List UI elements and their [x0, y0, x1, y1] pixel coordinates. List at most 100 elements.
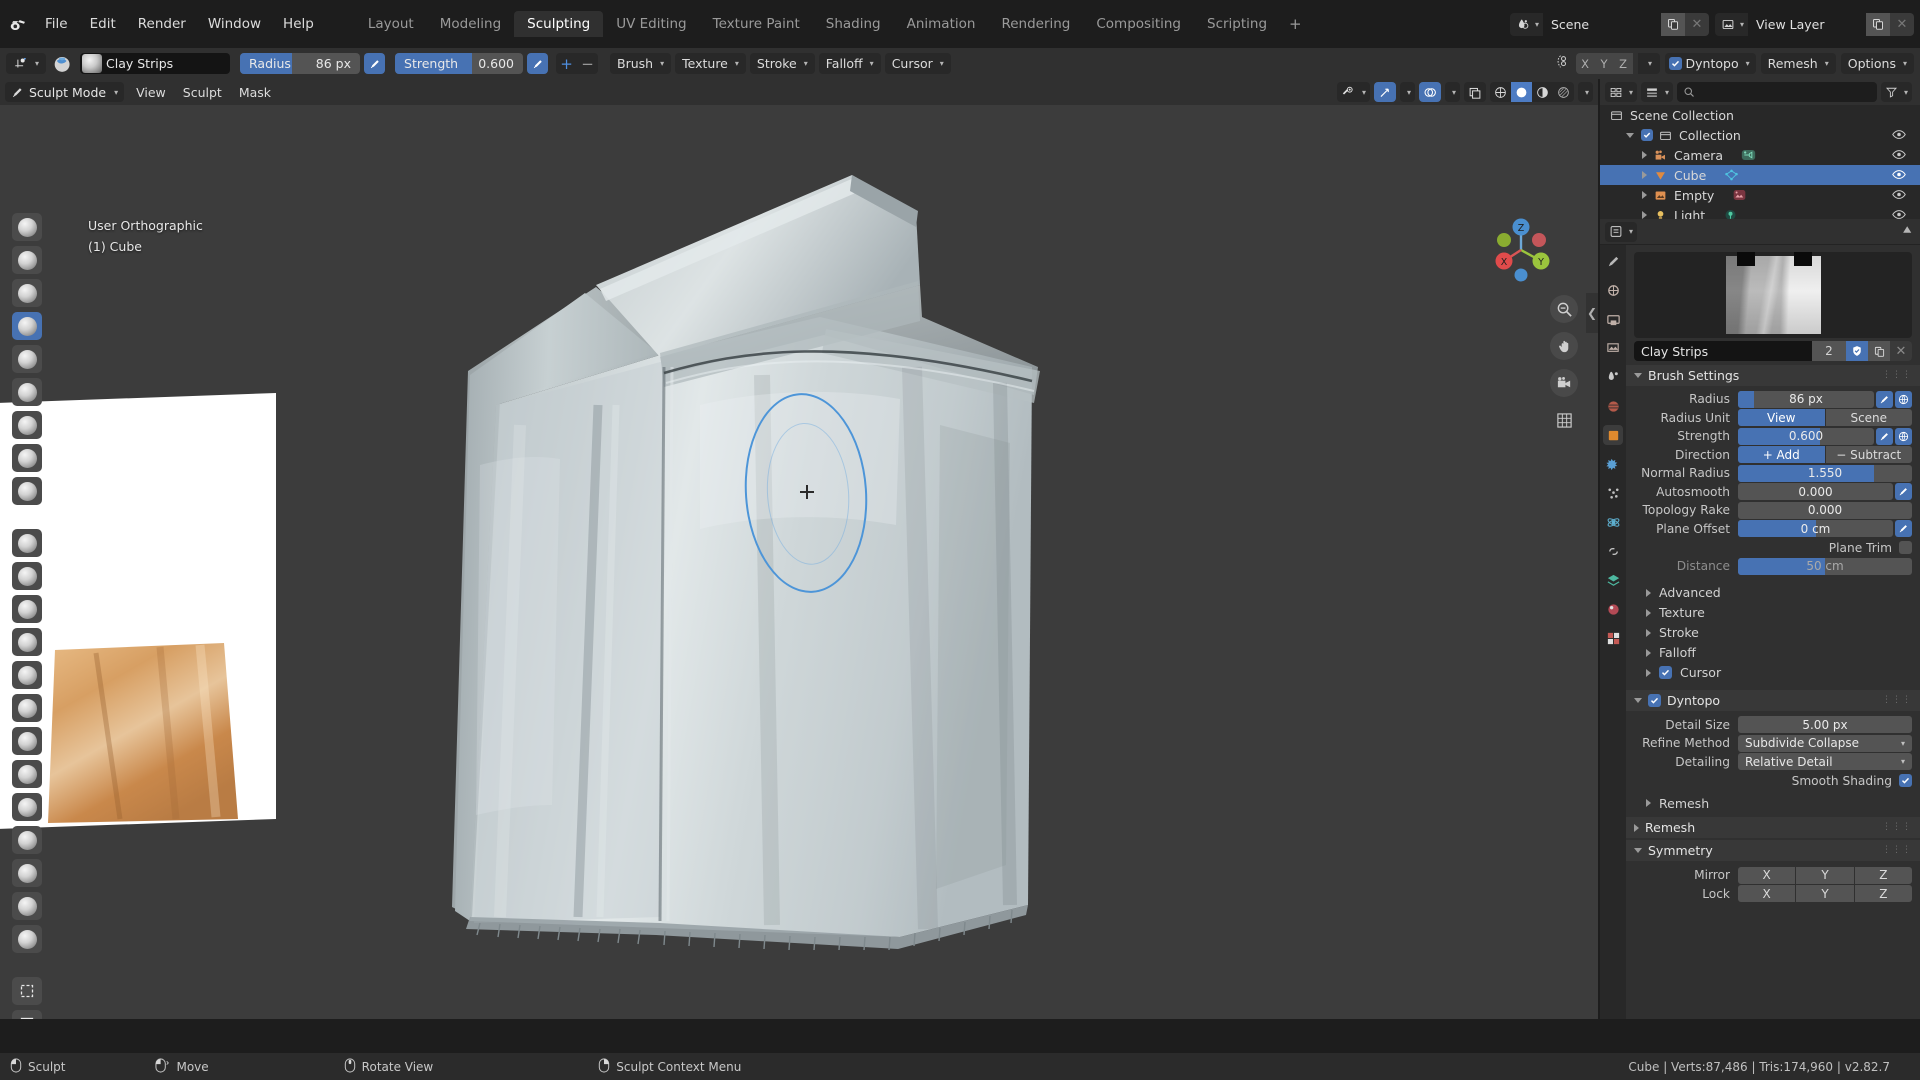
sidebar-collapse-arrow-icon[interactable]: ❮ [1586, 293, 1598, 333]
refine-method-dropdown[interactable]: Subdivide Collapse ▾ [1738, 734, 1912, 752]
strength-pressure-toggle[interactable] [1876, 427, 1893, 445]
collapse-triangle-icon[interactable] [1642, 151, 1647, 159]
axis-navigation-gizmo[interactable]: Z Y X [1484, 213, 1558, 287]
toggle-ortho-gizmo[interactable] [1550, 406, 1578, 434]
radius-pressure-toggle[interactable] [1876, 390, 1893, 408]
direction-subtract-button[interactable]: − [577, 53, 599, 74]
tab-texture[interactable] [1603, 628, 1623, 648]
tool-inflate[interactable] [12, 411, 42, 439]
tool-multiplane-scrape[interactable] [12, 661, 42, 689]
radius-pressure-toggle[interactable] [364, 53, 386, 74]
scene-name-field[interactable]: Scene [1542, 12, 1661, 36]
outliner-filter-button[interactable]: ▾ [1881, 82, 1913, 102]
outliner-editor-type[interactable]: ▾ [1605, 82, 1638, 102]
plane-offset-pressure-toggle[interactable] [1895, 520, 1912, 537]
viewport-menu-sculpt[interactable]: Sculpt [175, 83, 230, 102]
direction-option-1[interactable]: − Subtract [1825, 446, 1912, 463]
toolsettings-menu-texture[interactable]: Texture ▾ [675, 53, 746, 74]
tab-object-data[interactable] [1603, 570, 1623, 590]
tool-pose[interactable] [12, 859, 42, 887]
remove-scene-button[interactable]: ✕ [1684, 12, 1709, 36]
detail-size-field[interactable]: 5.00 px [1738, 716, 1912, 733]
shading-material-button[interactable] [1531, 82, 1553, 102]
radius-field[interactable]: 86 px [1738, 390, 1874, 408]
brush-datablock-selector[interactable]: Clay Strips [80, 53, 231, 74]
tab-object[interactable] [1603, 425, 1623, 445]
properties-filter-icon[interactable] [1901, 223, 1915, 240]
options-menu[interactable]: Options ▾ [1840, 53, 1914, 74]
symmetry-panel-header[interactable]: Symmetry ⋮⋮⋮ [1626, 840, 1920, 861]
outliner-row-cube[interactable]: Cube [1600, 165, 1920, 185]
viewport-menu-mask[interactable]: Mask [231, 83, 279, 102]
outliner-row-camera[interactable]: Camera [1600, 145, 1920, 165]
shading-options-dropdown[interactable]: ▾ [1577, 82, 1593, 102]
duplicate-brush-button[interactable] [1868, 341, 1890, 361]
workspace-tab-scripting[interactable]: Scripting [1194, 11, 1280, 37]
gizmo-options-dropdown[interactable]: ▾ [1399, 82, 1415, 102]
autosmooth-pressure-toggle[interactable] [1895, 483, 1912, 500]
tab-particles[interactable] [1603, 483, 1623, 503]
autosmooth-field[interactable]: 0.000 [1738, 483, 1893, 500]
brush-datablock-name[interactable]: Clay Strips [1634, 341, 1812, 361]
workspace-tab-uv-editing[interactable]: UV Editing [603, 11, 699, 37]
tab-material[interactable] [1603, 599, 1623, 619]
menu-file[interactable]: File [34, 13, 79, 35]
collapse-triangle-icon[interactable] [1642, 171, 1647, 179]
topology-rake-field[interactable]: 0.000 [1738, 501, 1912, 519]
tool-grab[interactable] [12, 727, 42, 755]
dyntopo-panel-header[interactable]: Dyntopo ⋮⋮⋮ [1626, 689, 1920, 711]
subpanel-cursor[interactable]: Cursor [1626, 663, 1920, 683]
collapse-triangle-icon[interactable] [1642, 191, 1647, 199]
mirror-axis-z[interactable]: Z [1854, 866, 1912, 884]
tool-draw[interactable] [12, 213, 42, 241]
tool-clay-thumb[interactable] [12, 345, 42, 373]
distance-field[interactable]: 50 cm [1738, 557, 1912, 575]
tool-clay-strips[interactable] [12, 312, 42, 340]
workspace-tab-texture-paint[interactable]: Texture Paint [700, 11, 813, 37]
remesh-menu[interactable]: Remesh ▾ [1760, 53, 1836, 74]
show-gizmo-toggle[interactable] [1373, 82, 1396, 102]
tab-constraints[interactable] [1603, 541, 1623, 561]
mode-selector[interactable]: Sculpt Mode ▾ [5, 82, 125, 102]
tool-fill[interactable] [12, 595, 42, 623]
scene-selector[interactable]: ▾ Scene ✕ [1509, 12, 1709, 36]
toolsettings-menu-cursor[interactable]: Cursor ▾ [884, 53, 951, 74]
tool-scrape[interactable] [12, 628, 42, 656]
new-viewlayer-button[interactable] [1866, 12, 1890, 36]
viewlayer-name-field[interactable]: View Layer [1748, 12, 1866, 36]
tool-blob[interactable] [12, 444, 42, 472]
remove-viewlayer-button[interactable]: ✕ [1890, 12, 1914, 36]
shading-solid-button[interactable] [1510, 82, 1532, 102]
lock-axis-y[interactable]: Y [1796, 885, 1854, 902]
workspace-tab-modeling[interactable]: Modeling [427, 11, 514, 37]
subpanel-stroke[interactable]: Stroke [1626, 623, 1920, 643]
tool-box-hide[interactable] [12, 1010, 42, 1019]
camera-data-icon[interactable] [1741, 148, 1756, 162]
plane-trim-checkbox[interactable] [1899, 541, 1912, 554]
outliner-row-scene-collection[interactable]: Scene Collection [1600, 105, 1920, 125]
dyntopo-remesh-subpanel[interactable]: Remesh [1626, 793, 1920, 813]
tab-modifiers[interactable] [1603, 454, 1623, 474]
tool-box-mask[interactable] [12, 977, 42, 1005]
editor-type-selector[interactable]: ▾ [6, 53, 47, 74]
smooth-shading-checkbox[interactable] [1899, 774, 1912, 787]
direction-add-button[interactable]: + [556, 53, 578, 74]
hide-in-viewport-toggle[interactable] [1892, 148, 1906, 164]
tab-physics[interactable] [1603, 512, 1623, 532]
menu-edit[interactable]: Edit [79, 13, 127, 35]
strength-pressure-toggle[interactable] [527, 53, 549, 74]
shading-wireframe-button[interactable] [1489, 82, 1511, 102]
viewlayer-selector[interactable]: ▾ View Layer ✕ [1714, 12, 1914, 36]
mirror-axis-y[interactable]: Y [1796, 866, 1854, 884]
dyntopo-toggle[interactable]: Dyntopo ▾ [1664, 53, 1756, 74]
active-tool-icon[interactable] [50, 52, 76, 75]
camera-view-gizmo[interactable] [1550, 369, 1578, 397]
normal-radius-field[interactable]: 1.550 [1738, 464, 1912, 482]
radius-unified-toggle[interactable] [1895, 390, 1912, 408]
hide-in-viewport-toggle[interactable] [1892, 168, 1906, 184]
outliner-display-mode[interactable]: ▾ [1641, 82, 1674, 102]
collection-enable-checkbox[interactable] [1641, 129, 1653, 141]
visibility-selectability-dropdown[interactable]: ▾ [1336, 82, 1370, 102]
subpanel-texture[interactable]: Texture [1626, 603, 1920, 623]
pan-gizmo[interactable] [1550, 332, 1578, 360]
